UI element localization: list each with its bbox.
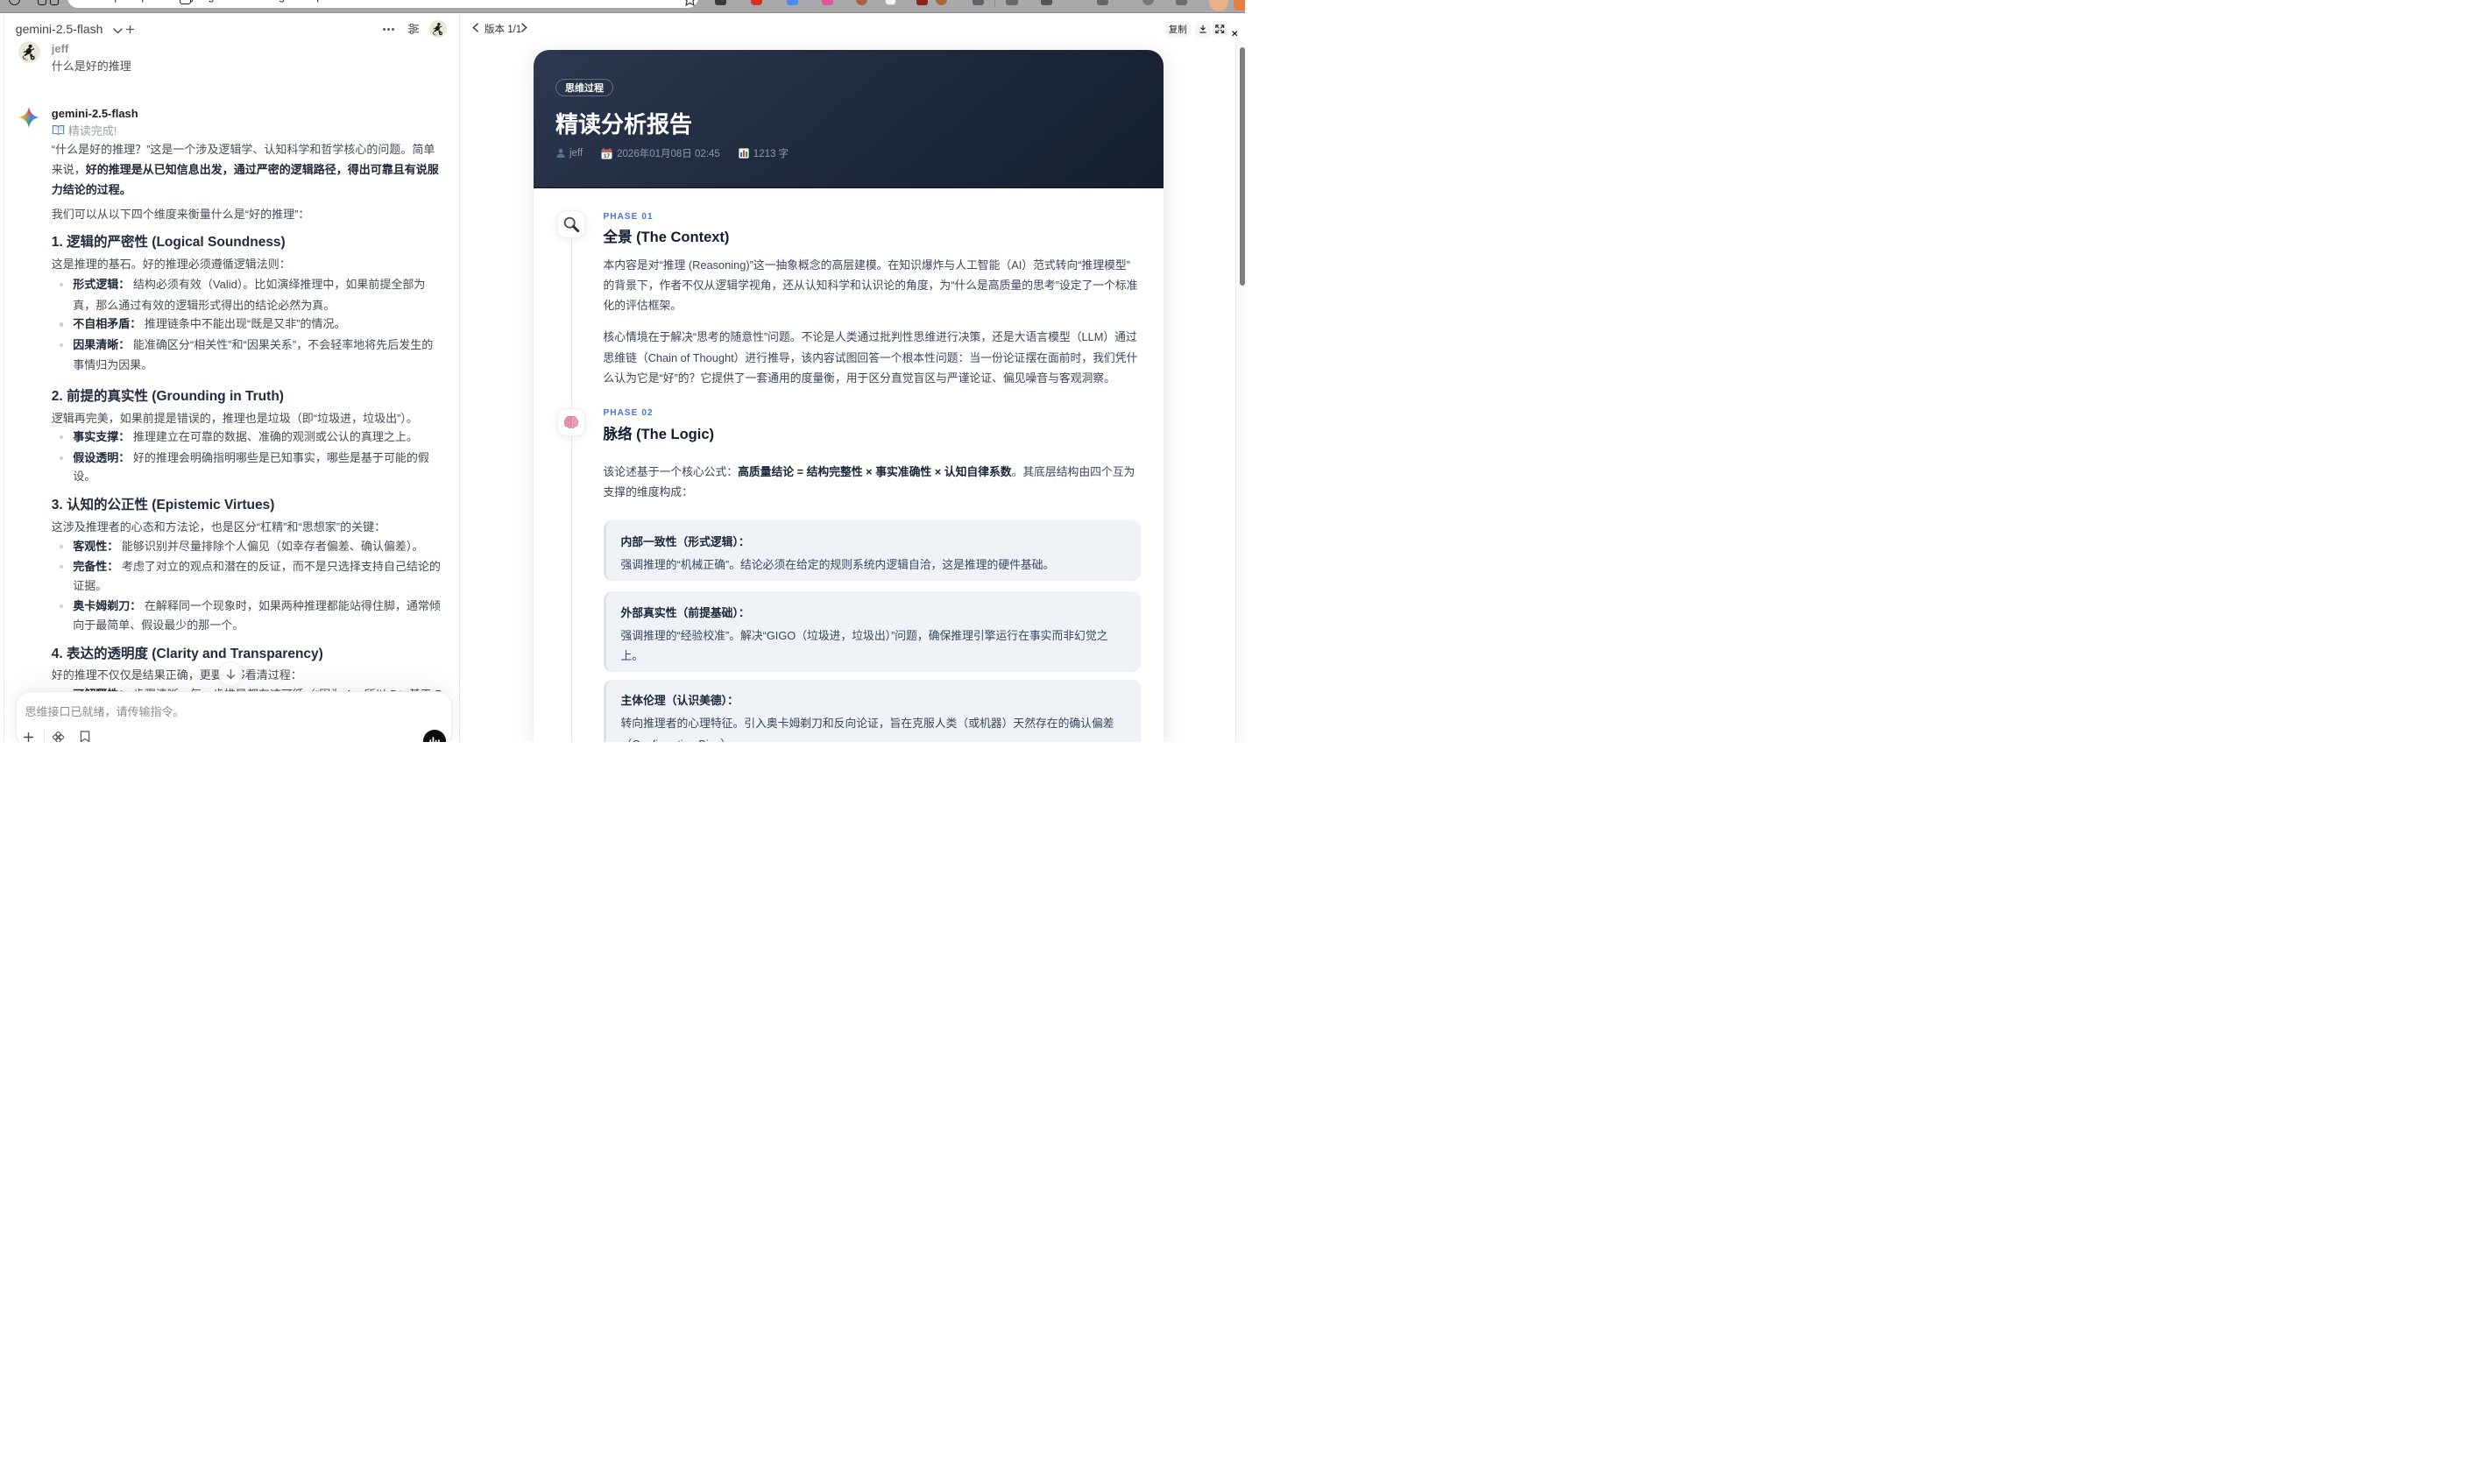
svg-text:17: 17 (604, 153, 610, 159)
